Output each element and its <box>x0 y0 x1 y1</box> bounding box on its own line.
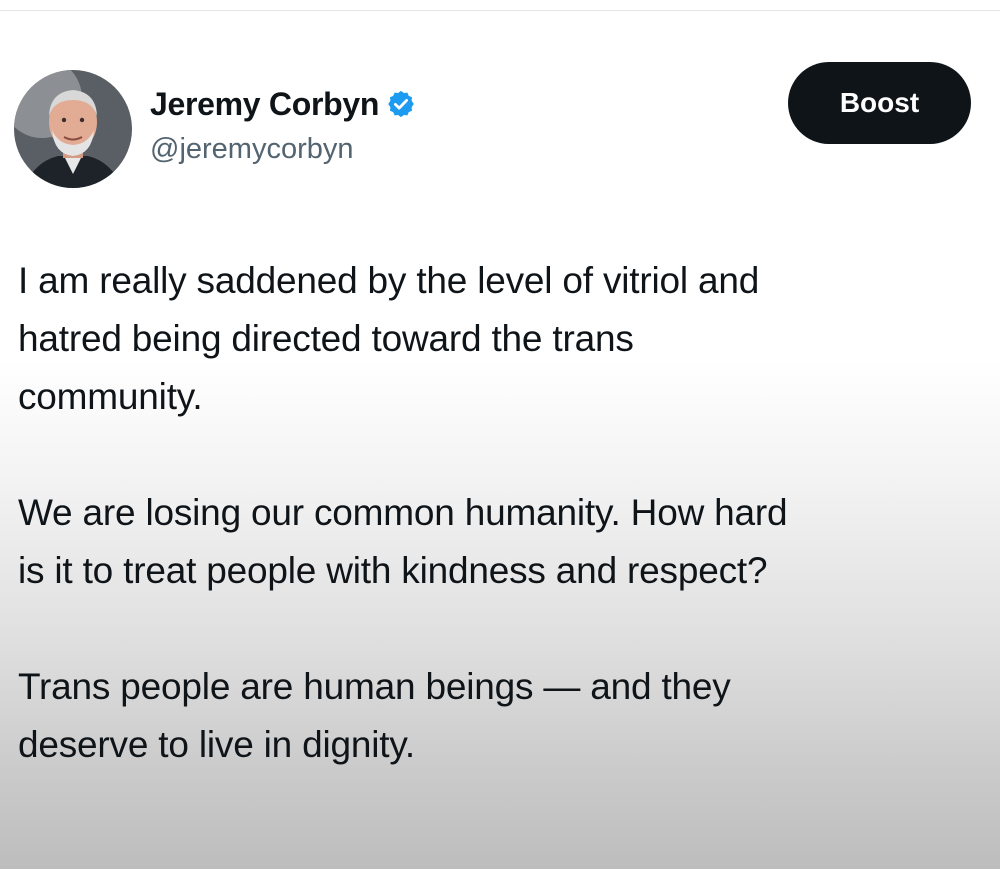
profile-photo <box>14 70 132 188</box>
tweet-paragraph: We are losing our common humanity. How h… <box>18 492 788 591</box>
avatar[interactable] <box>14 70 132 188</box>
author-handle[interactable]: @jeremycorbyn <box>150 133 354 166</box>
boost-button[interactable]: Boost <box>788 62 971 144</box>
tweet-paragraph: I am really saddened by the level of vit… <box>18 260 760 417</box>
tweet-paragraph: Trans people are human beings — and they… <box>18 666 731 765</box>
tweet-text: I am really saddened by the level of vit… <box>18 252 978 774</box>
author-display-name[interactable]: Jeremy Corbyn <box>150 86 379 123</box>
top-divider <box>0 10 1000 11</box>
author-name-row: Jeremy Corbyn <box>150 84 416 124</box>
verified-badge-icon <box>386 89 416 119</box>
